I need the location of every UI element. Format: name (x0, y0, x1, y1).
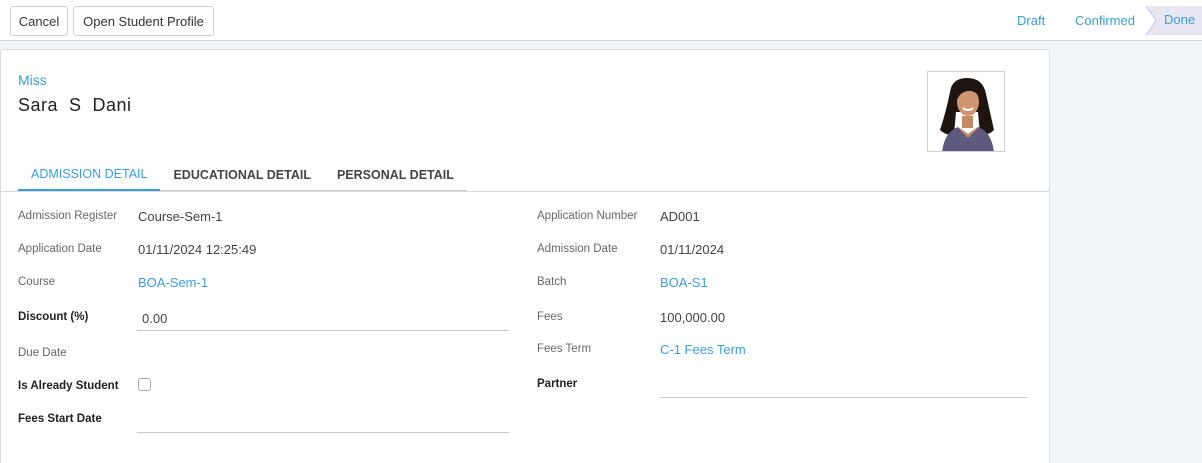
application-date-label: Application Date (18, 243, 102, 255)
student-name: Sara S Dani (18, 95, 132, 115)
student-photo-icon (928, 72, 1004, 151)
tab-educational-detail[interactable]: EDUCATIONAL DETAIL (160, 159, 324, 191)
title-prefix[interactable]: Miss (18, 72, 47, 88)
tab-personal-detail[interactable]: PERSONAL DETAIL (323, 159, 467, 191)
student-photo-avatar[interactable] (927, 71, 1005, 152)
batch-link[interactable]: BOA-S1 (660, 275, 708, 290)
fees-value[interactable]: 100,000.00 (660, 310, 725, 325)
stage-done[interactable]: Done (1146, 6, 1202, 35)
admission-date-label: Admission Date (537, 243, 618, 255)
partner-input-underline (660, 397, 1027, 398)
stage-draft[interactable]: Draft (1017, 10, 1045, 30)
fees-term-label: Fees Term (537, 343, 592, 355)
fees-start-date-label: Fees Start Date (18, 413, 102, 425)
stage-done-label: Done (1164, 12, 1196, 27)
course-link[interactable]: BOA-Sem-1 (138, 275, 208, 290)
tabs-bar: ADMISSION DETAIL EDUCATIONAL DETAIL PERS… (18, 159, 467, 192)
admission-date-value[interactable]: 01/11/2024 (660, 242, 724, 257)
batch-label: Batch (537, 276, 567, 288)
discount-input[interactable]: 0.00 (142, 311, 167, 326)
tab-admission-detail[interactable]: ADMISSION DETAIL (18, 159, 161, 191)
application-number-value[interactable]: AD001 (660, 209, 700, 224)
stage-confirmed[interactable]: Confirmed (1075, 10, 1135, 30)
cancel-button[interactable]: Cancel (10, 6, 68, 36)
fees-start-date-underline (137, 432, 509, 433)
partner-label: Partner (537, 378, 578, 390)
fees-term-link[interactable]: C-1 Fees Term (660, 342, 746, 357)
course-label: Course (18, 276, 56, 288)
application-date-value[interactable]: 01/11/2024 12:25:49 (138, 242, 256, 257)
discount-input-underline (137, 330, 509, 331)
is-already-student-checkbox[interactable] (138, 378, 151, 391)
is-already-student-label: Is Already Student (18, 380, 119, 392)
due-date-label: Due Date (18, 347, 67, 359)
application-number-label: Application Number (537, 210, 638, 222)
admission-register-value[interactable]: Course-Sem-1 (138, 209, 223, 224)
fees-label: Fees (537, 311, 563, 323)
discount-label: Discount (%) (18, 311, 89, 323)
admission-register-label: Admission Register (18, 210, 118, 222)
open-student-profile-button[interactable]: Open Student Profile (73, 6, 214, 36)
